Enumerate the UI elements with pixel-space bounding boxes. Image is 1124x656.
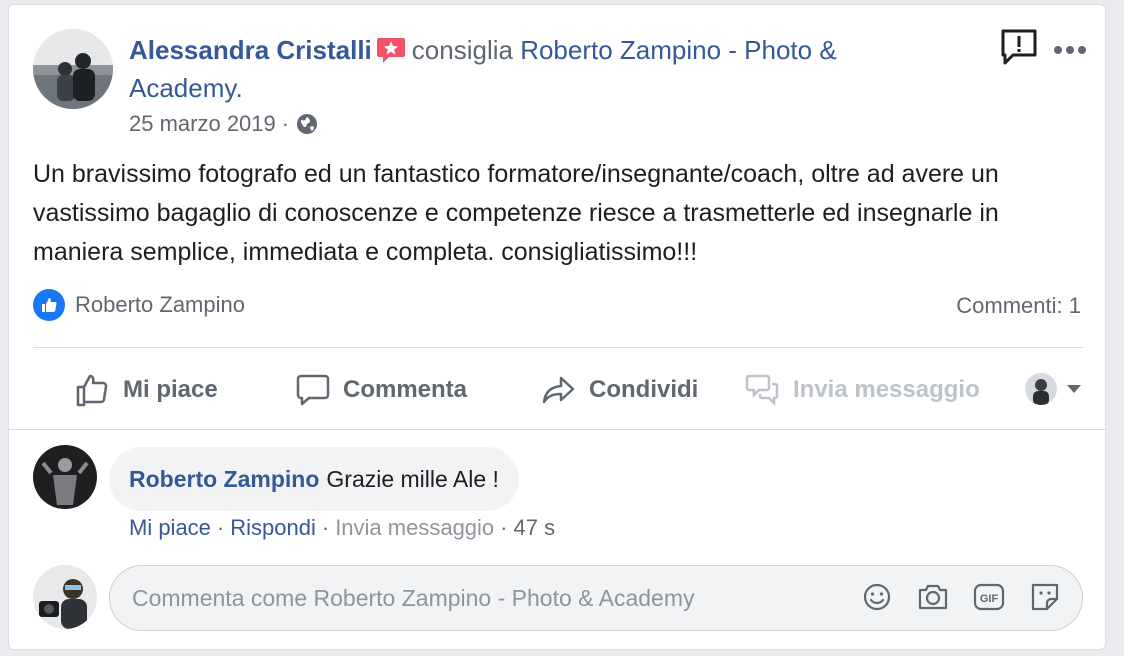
author-name-link[interactable]: Alessandra Cristalli [129, 35, 372, 65]
post-as-selector[interactable] [1025, 373, 1083, 405]
recommendation-post-card: Alessandra Cristalli consiglia Roberto Za… [8, 4, 1107, 650]
comment-timestamp[interactable]: 47 s [514, 515, 556, 541]
post-header: Alessandra Cristalli consiglia Roberto Za… [129, 31, 909, 107]
comment-bubble: Roberto Zampino Grazie mille Ale ! [109, 447, 519, 511]
camera-icon[interactable] [916, 580, 950, 614]
thumbs-up-icon [76, 374, 108, 407]
meta-separator: · [281, 111, 290, 136]
globe-icon [295, 112, 319, 136]
comment-like-link[interactable]: Mi piace [129, 515, 211, 541]
comment-composer[interactable]: GIF [109, 565, 1083, 631]
sticker-icon[interactable] [1028, 580, 1062, 614]
comment-text: Grazie mille Ale ! [326, 465, 499, 492]
messages-icon [745, 374, 779, 407]
recommend-verb: consiglia [411, 35, 513, 65]
emoji-icon[interactable] [860, 580, 894, 614]
post-meta: 25 marzo 2019 · [129, 111, 319, 137]
divider [9, 429, 1107, 430]
reactions-summary[interactable]: Roberto Zampino [33, 289, 245, 321]
divider [33, 347, 1083, 348]
share-arrow-icon [542, 376, 575, 404]
comment-input[interactable] [132, 566, 832, 630]
composer-toolbar: GIF [860, 580, 1062, 614]
comment-button-label: Commenta [343, 376, 468, 403]
author-avatar[interactable] [33, 29, 113, 109]
comment-count[interactable]: Commenti: 1 [956, 293, 1081, 319]
gif-icon[interactable]: GIF [972, 580, 1006, 614]
post-body-text: Un bravissimo fotografo ed un fantastico… [33, 160, 999, 266]
share-button-label: Condividi [589, 376, 699, 403]
caret-down-icon [1067, 385, 1081, 393]
send-message-button[interactable]: Invia messaggio [745, 365, 980, 415]
svg-text:GIF: GIF [980, 593, 999, 605]
comment-author-link[interactable]: Roberto Zampino [129, 466, 319, 493]
commenter-avatar[interactable] [33, 445, 97, 509]
reaction-names[interactable]: Roberto Zampino [75, 292, 245, 318]
comment-actions: Mi piace · Rispondi · Invia messaggio · … [129, 515, 555, 541]
like-button[interactable]: Mi piace [75, 365, 218, 415]
separator: · [216, 515, 225, 540]
separator: · [500, 515, 508, 540]
send-message-label: Invia messaggio [793, 376, 980, 403]
like-button-label: Mi piace [123, 376, 218, 403]
current-user-avatar [33, 565, 97, 629]
separator: · [321, 515, 330, 540]
comment-button[interactable]: Commenta [295, 365, 467, 415]
comment-bubble-icon [296, 374, 330, 406]
more-options-icon[interactable] [1053, 35, 1093, 59]
comment-message-link[interactable]: Invia messaggio [335, 515, 494, 541]
like-reaction-icon [33, 289, 65, 321]
recommendation-star-icon [376, 36, 406, 64]
report-feedback-icon[interactable] [999, 27, 1039, 67]
action-bar: Mi piace Commenta Condividi Invia messag… [33, 365, 1083, 415]
comment-reply-link[interactable]: Rispondi [230, 515, 316, 541]
page-mini-avatar [1025, 373, 1057, 405]
share-button[interactable]: Condividi [541, 365, 698, 415]
post-date[interactable]: 25 marzo 2019 [129, 111, 276, 137]
